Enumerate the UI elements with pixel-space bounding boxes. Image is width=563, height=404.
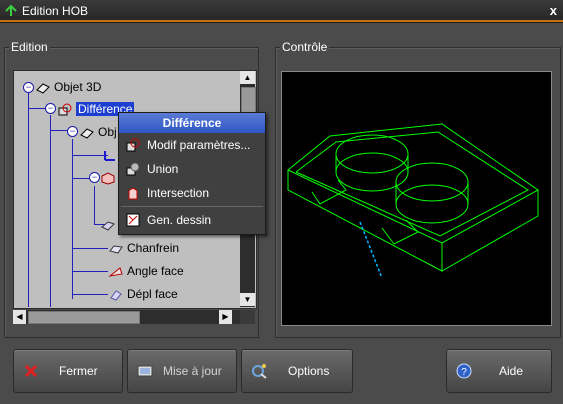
menu-item-label: Modif paramètres... bbox=[147, 138, 251, 152]
tree-connector bbox=[50, 115, 51, 307]
difference-icon bbox=[58, 103, 72, 116]
help-icon: ? bbox=[456, 363, 472, 379]
scroll-left-icon[interactable]: ◀ bbox=[13, 310, 26, 324]
tree-node-label: Chanfrein bbox=[127, 241, 180, 255]
menu-item-label: Gen. dessin bbox=[147, 213, 212, 227]
menu-item-modif-parametres[interactable]: Modif paramètres... bbox=[119, 133, 265, 157]
tree-connector bbox=[72, 248, 108, 249]
box-object-icon bbox=[101, 172, 115, 185]
tree-connector bbox=[28, 93, 29, 307]
context-menu: Différence Modif paramètres... Union Int… bbox=[118, 112, 266, 235]
menu-item-intersection[interactable]: Intersection bbox=[119, 181, 265, 205]
move-face-icon bbox=[110, 290, 122, 301]
menu-item-union[interactable]: Union bbox=[119, 157, 265, 181]
aide-label: Aide bbox=[499, 364, 524, 378]
scroll-right-icon[interactable]: ▶ bbox=[219, 310, 232, 324]
axes-icon bbox=[104, 150, 115, 161]
right-face-outline bbox=[441, 190, 539, 272]
controle-group-label: Contrôle bbox=[280, 40, 330, 54]
title-accent bbox=[0, 20, 563, 22]
tree-node-depl-face[interactable]: Dépl face bbox=[108, 286, 178, 302]
app-icon bbox=[5, 4, 17, 16]
front-face-outline bbox=[287, 170, 443, 272]
tree-node-chanfrein[interactable]: Chanfrein bbox=[108, 240, 179, 256]
tree-node-angle-face[interactable]: Angle face bbox=[108, 263, 184, 279]
fermer-button[interactable]: Fermer bbox=[13, 349, 123, 393]
mise-a-jour-button[interactable]: Mise à jour bbox=[127, 349, 237, 393]
tree-node-label: Angle face bbox=[127, 264, 184, 278]
options-icon bbox=[252, 364, 267, 379]
tree-node-objet[interactable]: Obj bbox=[79, 124, 117, 140]
tree-connector bbox=[72, 139, 73, 299]
generate-drawing-icon bbox=[126, 213, 140, 227]
tree-horizontal-scrollbar[interactable]: ◀ ▶ bbox=[13, 310, 240, 324]
wireframe-model bbox=[287, 123, 539, 279]
close-icon bbox=[24, 364, 38, 378]
scroll-up-icon[interactable]: ▲ bbox=[240, 71, 255, 84]
edit-parameters-icon bbox=[126, 138, 140, 152]
tree-node-face-op[interactable] bbox=[100, 216, 119, 232]
fermer-label: Fermer bbox=[59, 364, 98, 378]
hole-bottom-2 bbox=[395, 184, 469, 224]
top-face-outline bbox=[287, 123, 539, 244]
collapse-icon[interactable]: − bbox=[23, 82, 34, 93]
face-angle-icon bbox=[108, 266, 123, 277]
tree-node-objet-3d[interactable]: Objet 3D bbox=[35, 79, 101, 95]
scroll-down-icon[interactable]: ▼ bbox=[240, 293, 255, 306]
axis-line bbox=[359, 221, 383, 279]
inner-rim bbox=[295, 131, 529, 237]
menu-item-label: Union bbox=[147, 162, 179, 176]
tree-connector bbox=[72, 294, 108, 295]
solid-object-icon bbox=[36, 83, 50, 94]
collapse-icon[interactable]: − bbox=[89, 172, 100, 183]
intersection-icon bbox=[128, 188, 138, 200]
menu-separator bbox=[121, 206, 263, 207]
close-icon[interactable]: x bbox=[550, 3, 557, 18]
collapse-icon[interactable]: − bbox=[45, 103, 56, 114]
title-bar: Edition HOB x bbox=[0, 0, 563, 23]
window-title: Edition HOB bbox=[22, 4, 89, 18]
union-icon bbox=[126, 162, 140, 176]
menu-item-gen-dessin[interactable]: Gen. dessin bbox=[119, 208, 265, 232]
tree-node-label: Dépl face bbox=[127, 287, 178, 301]
hole-bottom-1 bbox=[335, 152, 409, 192]
hole-top-2 bbox=[395, 162, 469, 202]
preview-viewport[interactable] bbox=[281, 71, 552, 326]
tree-node-label: Objet 3D bbox=[54, 80, 102, 94]
tree-connector bbox=[94, 186, 95, 224]
face-op-icon bbox=[101, 221, 115, 231]
hole-top-1 bbox=[335, 134, 409, 174]
scroll-thumb[interactable] bbox=[28, 311, 140, 324]
edition-group-label: Edition bbox=[9, 40, 50, 54]
scrollbar-corner bbox=[240, 310, 255, 324]
collapse-icon[interactable]: − bbox=[67, 126, 78, 137]
chamfer-icon bbox=[109, 245, 123, 254]
refresh-icon bbox=[137, 365, 153, 377]
options-button[interactable]: Options bbox=[241, 349, 353, 393]
options-label: Options bbox=[288, 364, 330, 378]
solid-object-icon bbox=[80, 128, 94, 139]
tree-node-child-object[interactable] bbox=[100, 169, 119, 185]
menu-item-label: Intersection bbox=[147, 186, 210, 200]
svg-text:?: ? bbox=[461, 367, 467, 378]
aide-button[interactable]: ? Aide bbox=[446, 349, 552, 393]
tree-node-label: Obj bbox=[98, 125, 117, 139]
mise-a-jour-label: Mise à jour bbox=[163, 364, 222, 378]
tree-connector bbox=[72, 271, 108, 272]
context-menu-header: Différence bbox=[119, 113, 265, 133]
